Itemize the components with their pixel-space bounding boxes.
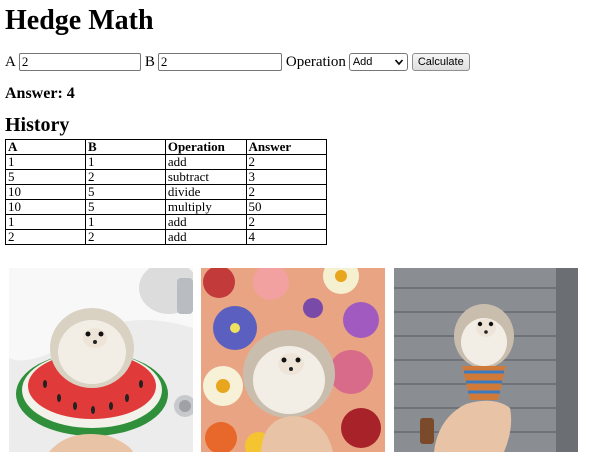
a-label: A xyxy=(5,53,16,70)
cell-answer: 2 xyxy=(245,214,328,230)
cell-a: 1 xyxy=(5,154,86,170)
cell-b: 1 xyxy=(84,154,166,170)
cell-answer: 2 xyxy=(245,154,328,170)
cell-answer: 3 xyxy=(245,169,328,185)
operation-select[interactable]: Add xyxy=(348,53,408,71)
column-header-operation: Operation xyxy=(164,139,247,155)
cell-a: 10 xyxy=(5,184,86,200)
page-title: Hedge Math xyxy=(5,5,154,36)
a-input[interactable]: 2 xyxy=(18,53,141,71)
table-row: 10 5 multiply 50 xyxy=(5,199,328,215)
answer-text: Answer: 4 xyxy=(5,85,75,102)
calculate-button[interactable]: Calculate xyxy=(411,53,470,71)
cell-b: 5 xyxy=(84,184,166,200)
cell-a: 1 xyxy=(5,214,86,230)
cell-a: 2 xyxy=(5,229,86,245)
operation-label: Operation xyxy=(285,53,346,70)
cell-operation: add xyxy=(164,214,247,230)
cell-a: 5 xyxy=(5,169,86,185)
b-label: B xyxy=(144,53,155,70)
column-header-a: A xyxy=(5,139,86,155)
cell-answer: 4 xyxy=(245,229,328,245)
operation-selected-value: Add xyxy=(352,56,373,68)
b-input[interactable]: 2 xyxy=(157,53,282,71)
cell-answer: 50 xyxy=(245,199,328,215)
cell-operation: divide xyxy=(164,184,247,200)
cell-operation: multiply xyxy=(164,199,247,215)
chevron-down-icon xyxy=(394,59,403,66)
cell-b: 5 xyxy=(84,199,166,215)
cell-b: 2 xyxy=(84,229,166,245)
hedgehog-watermelon-photo xyxy=(9,268,193,452)
hedgehog-siding-photo xyxy=(394,268,578,452)
history-table: A B Operation Answer 1 1 add 2 5 2 subtr… xyxy=(5,139,328,245)
column-header-b: B xyxy=(84,139,166,155)
column-header-answer: Answer xyxy=(245,139,328,155)
history-heading: History xyxy=(5,114,70,136)
cell-answer: 2 xyxy=(245,184,328,200)
cell-operation: add xyxy=(164,229,247,245)
table-row: 1 1 add 2 xyxy=(5,214,328,230)
table-row: 5 2 subtract 3 xyxy=(5,169,328,185)
cell-b: 2 xyxy=(84,169,166,185)
table-row: 2 2 add 4 xyxy=(5,229,328,245)
calculator-form: A 2 B 2 Operation Add Calculate xyxy=(5,51,470,73)
table-row: 10 5 divide 2 xyxy=(5,184,328,200)
cell-b: 1 xyxy=(84,214,166,230)
cell-operation: add xyxy=(164,154,247,170)
hedgehog-flowers-photo xyxy=(201,268,385,452)
cell-a: 10 xyxy=(5,199,86,215)
table-header-row: A B Operation Answer xyxy=(5,139,328,155)
table-row: 1 1 add 2 xyxy=(5,154,328,170)
cell-operation: subtract xyxy=(164,169,247,185)
